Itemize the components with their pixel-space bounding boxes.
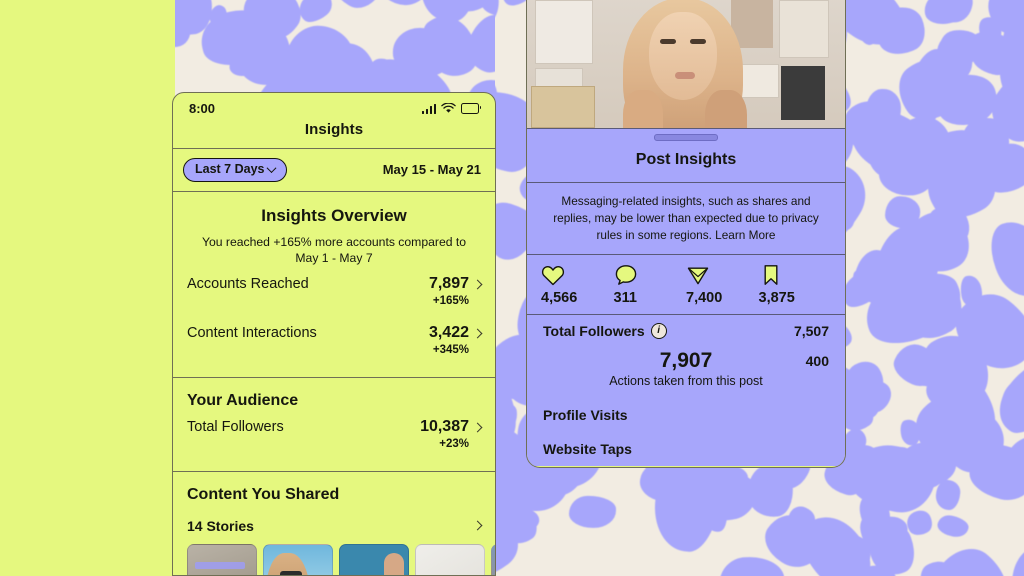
engagement-saves[interactable]: 3,875 bbox=[759, 264, 832, 306]
thumb-partial[interactable] bbox=[491, 543, 495, 575]
engagement-count: 7,400 bbox=[686, 290, 723, 307]
info-icon[interactable]: i bbox=[650, 323, 667, 340]
your-audience-section: Your Audience Total Followers 10,387 +23… bbox=[173, 378, 495, 471]
actions-side-value: 400 bbox=[805, 353, 829, 370]
section-title-content-shared: Content You Shared bbox=[187, 485, 340, 503]
story-thumbnail-strip[interactable] bbox=[187, 543, 495, 575]
partial-shape bbox=[492, 544, 495, 575]
chevron-right-icon bbox=[472, 520, 483, 531]
share-icon bbox=[687, 267, 709, 285]
heart-icon bbox=[541, 266, 565, 286]
metric-row-total-followers[interactable]: Total Followers 10,387 +23% bbox=[187, 410, 483, 459]
box-shape bbox=[531, 86, 595, 128]
subject-hair-left bbox=[623, 90, 663, 128]
subject-mouth bbox=[675, 72, 695, 79]
engagement-comments[interactable]: 311 bbox=[614, 264, 687, 306]
phone-left-insights: 8:00 Insights Last 7 Days May 15 - May 2… bbox=[172, 92, 496, 576]
link-profile-visits[interactable]: Profile Visits bbox=[527, 398, 845, 432]
privacy-notice: Messaging-related insights, such as shar… bbox=[553, 194, 819, 242]
battery-icon bbox=[461, 102, 482, 114]
bookmark-icon bbox=[764, 265, 777, 286]
status-bar: 8:00 bbox=[173, 93, 495, 121]
sheet-title: Post Insights bbox=[635, 151, 737, 168]
actions-value: 7,907 bbox=[659, 349, 713, 373]
date-range-selector-label: Last 7 Days bbox=[195, 162, 265, 176]
subject-eye-right bbox=[690, 39, 706, 44]
metric-label: Accounts Reached bbox=[187, 276, 309, 293]
thumb-silhouette[interactable] bbox=[187, 543, 257, 575]
metric-delta: +165% bbox=[432, 294, 469, 307]
total-followers-value: 7,507 bbox=[793, 323, 829, 340]
arm-shape bbox=[384, 552, 404, 575]
actions-caption: Actions taken from this post bbox=[609, 374, 763, 389]
status-icons bbox=[421, 102, 482, 114]
thumb-blonde-outdoors[interactable] bbox=[263, 543, 333, 575]
comment-icon bbox=[615, 265, 636, 286]
post-photo bbox=[527, 0, 845, 128]
engagement-row: 4,566 311 7,400 3,875 bbox=[527, 255, 845, 314]
metric-value: 3,422 bbox=[428, 323, 469, 341]
status-time: 8:00 bbox=[189, 100, 216, 116]
wall-photo-4 bbox=[779, 0, 829, 58]
story-tag bbox=[195, 561, 245, 569]
cellular-bars-icon bbox=[421, 103, 436, 114]
total-followers-label: Total Followers bbox=[543, 323, 645, 340]
actions-summary: 400 7,907 Actions taken from this post bbox=[527, 345, 845, 398]
sunglasses-shape bbox=[280, 570, 302, 575]
insights-overview-section: Insights Overview You reached +165% more… bbox=[173, 192, 495, 377]
section-title-audience: Your Audience bbox=[187, 391, 299, 409]
phone-right-post-insights: Post Insights Messaging-related insights… bbox=[526, 0, 846, 468]
metric-row-content-interactions[interactable]: Content Interactions 3,422 +345% bbox=[187, 316, 483, 365]
metric-value: 7,897 bbox=[428, 275, 469, 293]
metric-values: 10,387 +23% bbox=[420, 417, 483, 450]
metric-delta: +345% bbox=[432, 343, 469, 356]
stories-row[interactable]: 14 Stories bbox=[187, 514, 483, 544]
stories-count-label: 14 Stories bbox=[187, 517, 254, 534]
post-insights-sheet: Post Insights Messaging-related insights… bbox=[527, 128, 845, 467]
screenshot-root: 8:00 Insights Last 7 Days May 15 - May 2… bbox=[0, 0, 1024, 576]
thumb-matcha-drink[interactable] bbox=[339, 543, 409, 575]
content-you-shared-section: Content You Shared 14 Stories bbox=[173, 472, 495, 575]
total-followers-label-group: Total Followers i bbox=[543, 323, 667, 340]
metric-delta: +23% bbox=[439, 437, 469, 450]
chevron-down-icon bbox=[267, 162, 277, 173]
metric-value: 10,387 bbox=[420, 417, 469, 435]
engagement-count: 311 bbox=[613, 290, 637, 307]
engagement-count: 3,875 bbox=[758, 290, 795, 307]
chevron-right-icon bbox=[472, 328, 483, 339]
subject-hair-right bbox=[705, 90, 747, 128]
metric-values: 7,897 +165% bbox=[428, 275, 483, 307]
metric-label: Content Interactions bbox=[187, 324, 317, 341]
engagement-count: 4,566 bbox=[541, 290, 578, 307]
engagement-likes[interactable]: 4,566 bbox=[541, 264, 614, 306]
date-range-text: May 15 - May 21 bbox=[382, 162, 481, 178]
metric-values: 3,422 +345% bbox=[428, 323, 483, 356]
section-title-overview: Insights Overview bbox=[261, 205, 407, 225]
subject-eye-left bbox=[660, 39, 676, 44]
wall-photo-1 bbox=[535, 0, 593, 64]
link-website-taps[interactable]: Website Taps bbox=[527, 432, 845, 466]
engagement-shares[interactable]: 7,400 bbox=[686, 264, 759, 306]
page-title: Insights bbox=[304, 121, 364, 138]
wall-photo-5 bbox=[781, 66, 825, 120]
filter-bar: Last 7 Days May 15 - May 21 bbox=[173, 149, 495, 191]
metric-label: Total Followers bbox=[187, 418, 284, 435]
subject-face bbox=[649, 12, 717, 100]
sheet-grab-handle[interactable] bbox=[654, 134, 718, 141]
chevron-right-icon bbox=[472, 279, 483, 290]
overview-subtitle: You reached +165% more accounts compared… bbox=[201, 234, 467, 266]
total-followers-row[interactable]: Total Followers i 7,507 bbox=[527, 315, 845, 345]
metric-row-accounts-reached[interactable]: Accounts Reached 7,897 +165% bbox=[187, 267, 483, 316]
wifi-icon bbox=[441, 102, 456, 113]
date-range-selector[interactable]: Last 7 Days bbox=[183, 158, 288, 182]
thumb-food-flatlay[interactable] bbox=[415, 543, 485, 575]
chevron-right-icon bbox=[472, 422, 483, 433]
